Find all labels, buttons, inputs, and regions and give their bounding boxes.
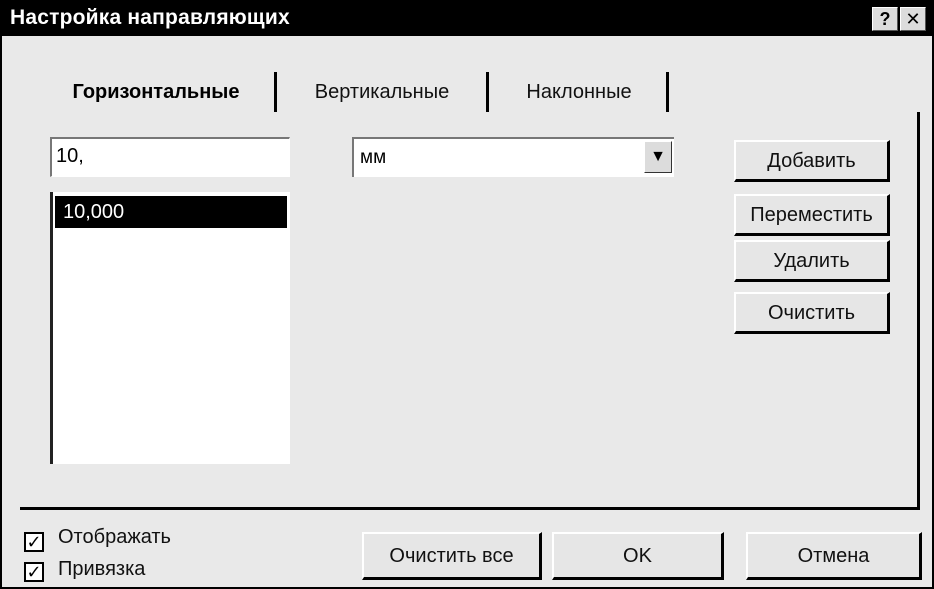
snap-checkbox-label: Привязка bbox=[58, 558, 146, 580]
tab-vertical[interactable]: Вертикальные bbox=[282, 72, 482, 112]
units-dropdown-button[interactable]: ▼ bbox=[644, 141, 672, 173]
tab-horizontal[interactable]: Горизонтальные bbox=[40, 72, 272, 112]
show-checkbox[interactable]: ✓ bbox=[24, 532, 44, 552]
chevron-down-icon: ▼ bbox=[650, 148, 666, 165]
delete-button[interactable]: Удалить bbox=[734, 240, 890, 282]
snap-checkbox[interactable]: ✓ bbox=[24, 562, 44, 582]
close-icon: ✕ bbox=[905, 9, 921, 29]
tab-inclined[interactable]: Наклонные bbox=[494, 72, 664, 112]
tab-separator bbox=[274, 72, 277, 112]
add-button[interactable]: Добавить bbox=[734, 140, 890, 182]
guides-settings-dialog: Настройка направляющих ? ✕ Горизонтальны… bbox=[0, 0, 934, 589]
tab-separator bbox=[666, 72, 669, 112]
guide-value-text: 10, bbox=[56, 145, 84, 167]
close-button[interactable]: ✕ bbox=[900, 7, 926, 31]
title-bar: Настройка направляющих ? ✕ bbox=[2, 2, 932, 36]
checkmark-icon: ✓ bbox=[26, 532, 42, 552]
window-title: Настройка направляющих bbox=[10, 6, 290, 29]
help-button[interactable]: ? bbox=[872, 7, 898, 31]
ok-button[interactable]: OK bbox=[552, 532, 724, 580]
show-checkbox-label: Отображать bbox=[58, 526, 171, 548]
list-item[interactable]: 10,000 bbox=[55, 196, 287, 228]
cancel-button[interactable]: Отмена bbox=[746, 532, 922, 580]
checkmark-icon: ✓ bbox=[26, 562, 42, 582]
guides-list[interactable]: 10,000 bbox=[50, 192, 290, 464]
tab-separator bbox=[486, 72, 489, 112]
move-button[interactable]: Переместить bbox=[734, 194, 890, 236]
clear-all-button[interactable]: Очистить все bbox=[362, 532, 542, 580]
units-select-value: мм bbox=[360, 147, 387, 168]
clear-button[interactable]: Очистить bbox=[734, 292, 890, 334]
units-select[interactable]: мм ▼ bbox=[352, 137, 674, 177]
guide-value-input[interactable]: 10, bbox=[50, 137, 290, 177]
